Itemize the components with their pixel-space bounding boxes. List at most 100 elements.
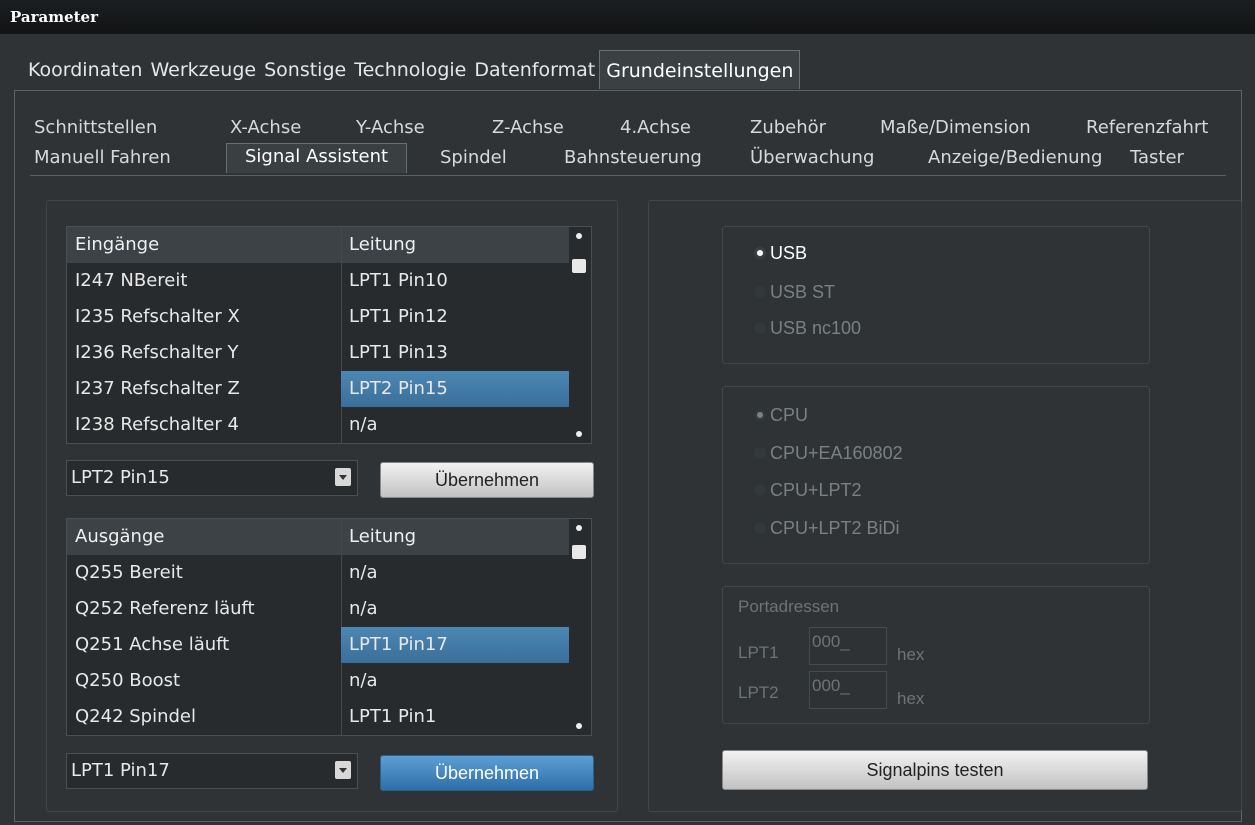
scroll-up-icon[interactable] [576,233,582,239]
table-row[interactable]: I237 Refschalter Z LPT2 Pin15 [67,371,569,407]
radio-label: CPU+EA160802 [770,443,903,463]
scroll-thumb[interactable] [572,259,586,273]
signal-name: I247 NBereit [75,270,188,291]
tab-grundeinstellungen[interactable]: Grundeinstellungen [599,50,801,89]
table-row[interactable]: I238 Refschalter 4 n/a [67,407,569,443]
radio-label: CPU+LPT2 [770,480,862,500]
signal-line: LPT1 Pin17 [349,634,448,655]
subtab-schnittstellen[interactable]: Schnittstellen [34,117,157,138]
inputs-apply-button[interactable]: Übernehmen [380,462,594,498]
signal-name: Q251 Achse läuft [75,634,230,655]
scroll-thumb[interactable] [572,545,586,559]
signal-name: Q250 Boost [75,670,181,691]
input-value: 000_ [812,676,850,695]
inputs-table-header: Eingänge Leitung [67,227,569,263]
signal-line: LPT1 Pin13 [349,342,448,363]
radio-label: CPU [770,405,809,425]
chevron-down-icon[interactable] [335,468,351,486]
subtab-taster[interactable]: Taster [1130,147,1184,168]
inputs-header-col1: Eingänge [75,234,160,255]
select-value: LPT2 Pin15 [71,467,170,488]
signal-line: LPT1 Pin1 [349,706,437,727]
outputs-table: Ausgänge Leitung Q255 Bereit n/a Q252 Re… [66,518,592,736]
outputs-line-select[interactable]: LPT1 Pin17 [66,753,358,789]
tab-werkzeuge[interactable]: Werkzeuge [146,50,260,88]
signal-name: I236 Refschalter Y [75,342,239,363]
input-value: 000_ [812,632,850,651]
test-signalpins-button[interactable]: Signalpins testen [722,750,1148,790]
radio-label: CPU+LPT2 BiDi [770,518,900,538]
signal-name: Q255 Bereit [75,562,183,583]
subtab-4-achse[interactable]: 4.Achse [620,117,691,138]
subtab-referenzfahrt[interactable]: Referenzfahrt [1086,117,1208,138]
signal-line: LPT1 Pin12 [349,306,448,327]
subtab-zubehoer[interactable]: Zubehör [750,117,826,138]
subtab-x-achse[interactable]: X-Achse [230,117,301,138]
table-row[interactable]: Q255 Bereit n/a [67,555,569,591]
signal-line: LPT2 Pin15 [349,378,448,399]
radio-label: USB [770,243,808,263]
table-row[interactable]: Q251 Achse läuft LPT1 Pin17 [67,627,569,663]
table-row[interactable]: I235 Refschalter X LPT1 Pin12 [67,299,569,335]
subtab-spindel[interactable]: Spindel [440,147,507,168]
radio-dot-icon [754,447,766,459]
subtab-manuell-fahren[interactable]: Manuell Fahren [34,147,171,168]
tab-technologie[interactable]: Technologie [350,50,470,88]
inputs-table: Eingänge Leitung I247 NBereit LPT1 Pin10… [66,226,592,444]
subtab-z-achse[interactable]: Z-Achse [492,117,564,138]
scroll-down-icon[interactable] [576,431,582,437]
signal-name: I238 Refschalter 4 [75,414,239,435]
signal-name: I235 Refschalter X [75,306,240,327]
signal-line: n/a [349,670,378,691]
title-bar: Parameter [0,0,1255,35]
table-row[interactable]: I247 NBereit LPT1 Pin10 [67,263,569,299]
table-row[interactable]: I236 Refschalter Y LPT1 Pin13 [67,335,569,371]
radio-dot-icon [754,484,766,496]
outputs-apply-button[interactable]: Übernehmen [380,755,594,791]
lpt1-label: LPT1 [738,643,779,662]
tab-datenformat[interactable]: Datenformat [470,50,599,88]
outputs-scrollbar[interactable] [569,519,589,735]
table-row[interactable]: Q250 Boost n/a [67,663,569,699]
sub-tab-bar: Schnittstellen X-Achse Y-Achse Z-Achse 4… [34,111,1229,179]
subtab-y-achse[interactable]: Y-Achse [356,117,425,138]
outputs-header-col2: Leitung [349,526,417,547]
signal-name: Q242 Spindel [75,706,197,727]
lpt1-address-input[interactable]: 000_ [809,627,887,665]
subtab-signal-assistent[interactable]: Signal Assistent [226,143,408,173]
subtab-bahnsteuerung[interactable]: Bahnsteuerung [564,147,702,168]
tab-sonstige[interactable]: Sonstige [260,50,350,88]
radio-label: USB ST [770,282,836,302]
inputs-line-select[interactable]: LPT2 Pin15 [66,460,358,496]
subtab-ueberwachung[interactable]: Überwachung [750,147,874,168]
outputs-table-header: Ausgänge Leitung [67,519,569,555]
inputs-scrollbar[interactable] [569,227,589,443]
top-tab-bar: Koordinaten Werkzeuge Sonstige Technolog… [24,50,801,90]
signal-name: Q252 Referenz läuft [75,598,255,619]
subtab-masse-dimension[interactable]: Maße/Dimension [880,117,1031,138]
table-row[interactable]: Q252 Referenz läuft n/a [67,591,569,627]
radio-label: USB nc100 [770,318,862,338]
signal-line: n/a [349,414,378,435]
signal-name: I237 Refschalter Z [75,378,240,399]
window-title: Parameter [10,8,99,26]
lpt2-label: LPT2 [738,683,779,702]
subtab-anzeige-bedienung[interactable]: Anzeige/Bedienung [928,147,1102,168]
signal-line: LPT1 Pin10 [349,270,448,291]
tab-koordinaten[interactable]: Koordinaten [24,50,146,88]
radio-dot-icon [754,522,766,534]
select-value: LPT1 Pin17 [71,760,170,781]
radio-dot-icon [754,322,766,334]
scroll-up-icon[interactable] [576,525,582,531]
hex-unit-label: hex [897,645,925,664]
table-row[interactable]: Q242 Spindel LPT1 Pin1 [67,699,569,735]
inputs-header-col2: Leitung [349,234,417,255]
ports-title: Portadressen [738,597,840,616]
hex-unit-label: hex [897,689,925,708]
chevron-down-icon[interactable] [335,761,351,779]
signal-line: n/a [349,598,378,619]
lpt2-address-input[interactable]: 000_ [809,671,887,709]
radio-dot-icon [754,247,766,259]
scroll-down-icon[interactable] [576,723,582,729]
radio-dot-icon [754,409,766,421]
